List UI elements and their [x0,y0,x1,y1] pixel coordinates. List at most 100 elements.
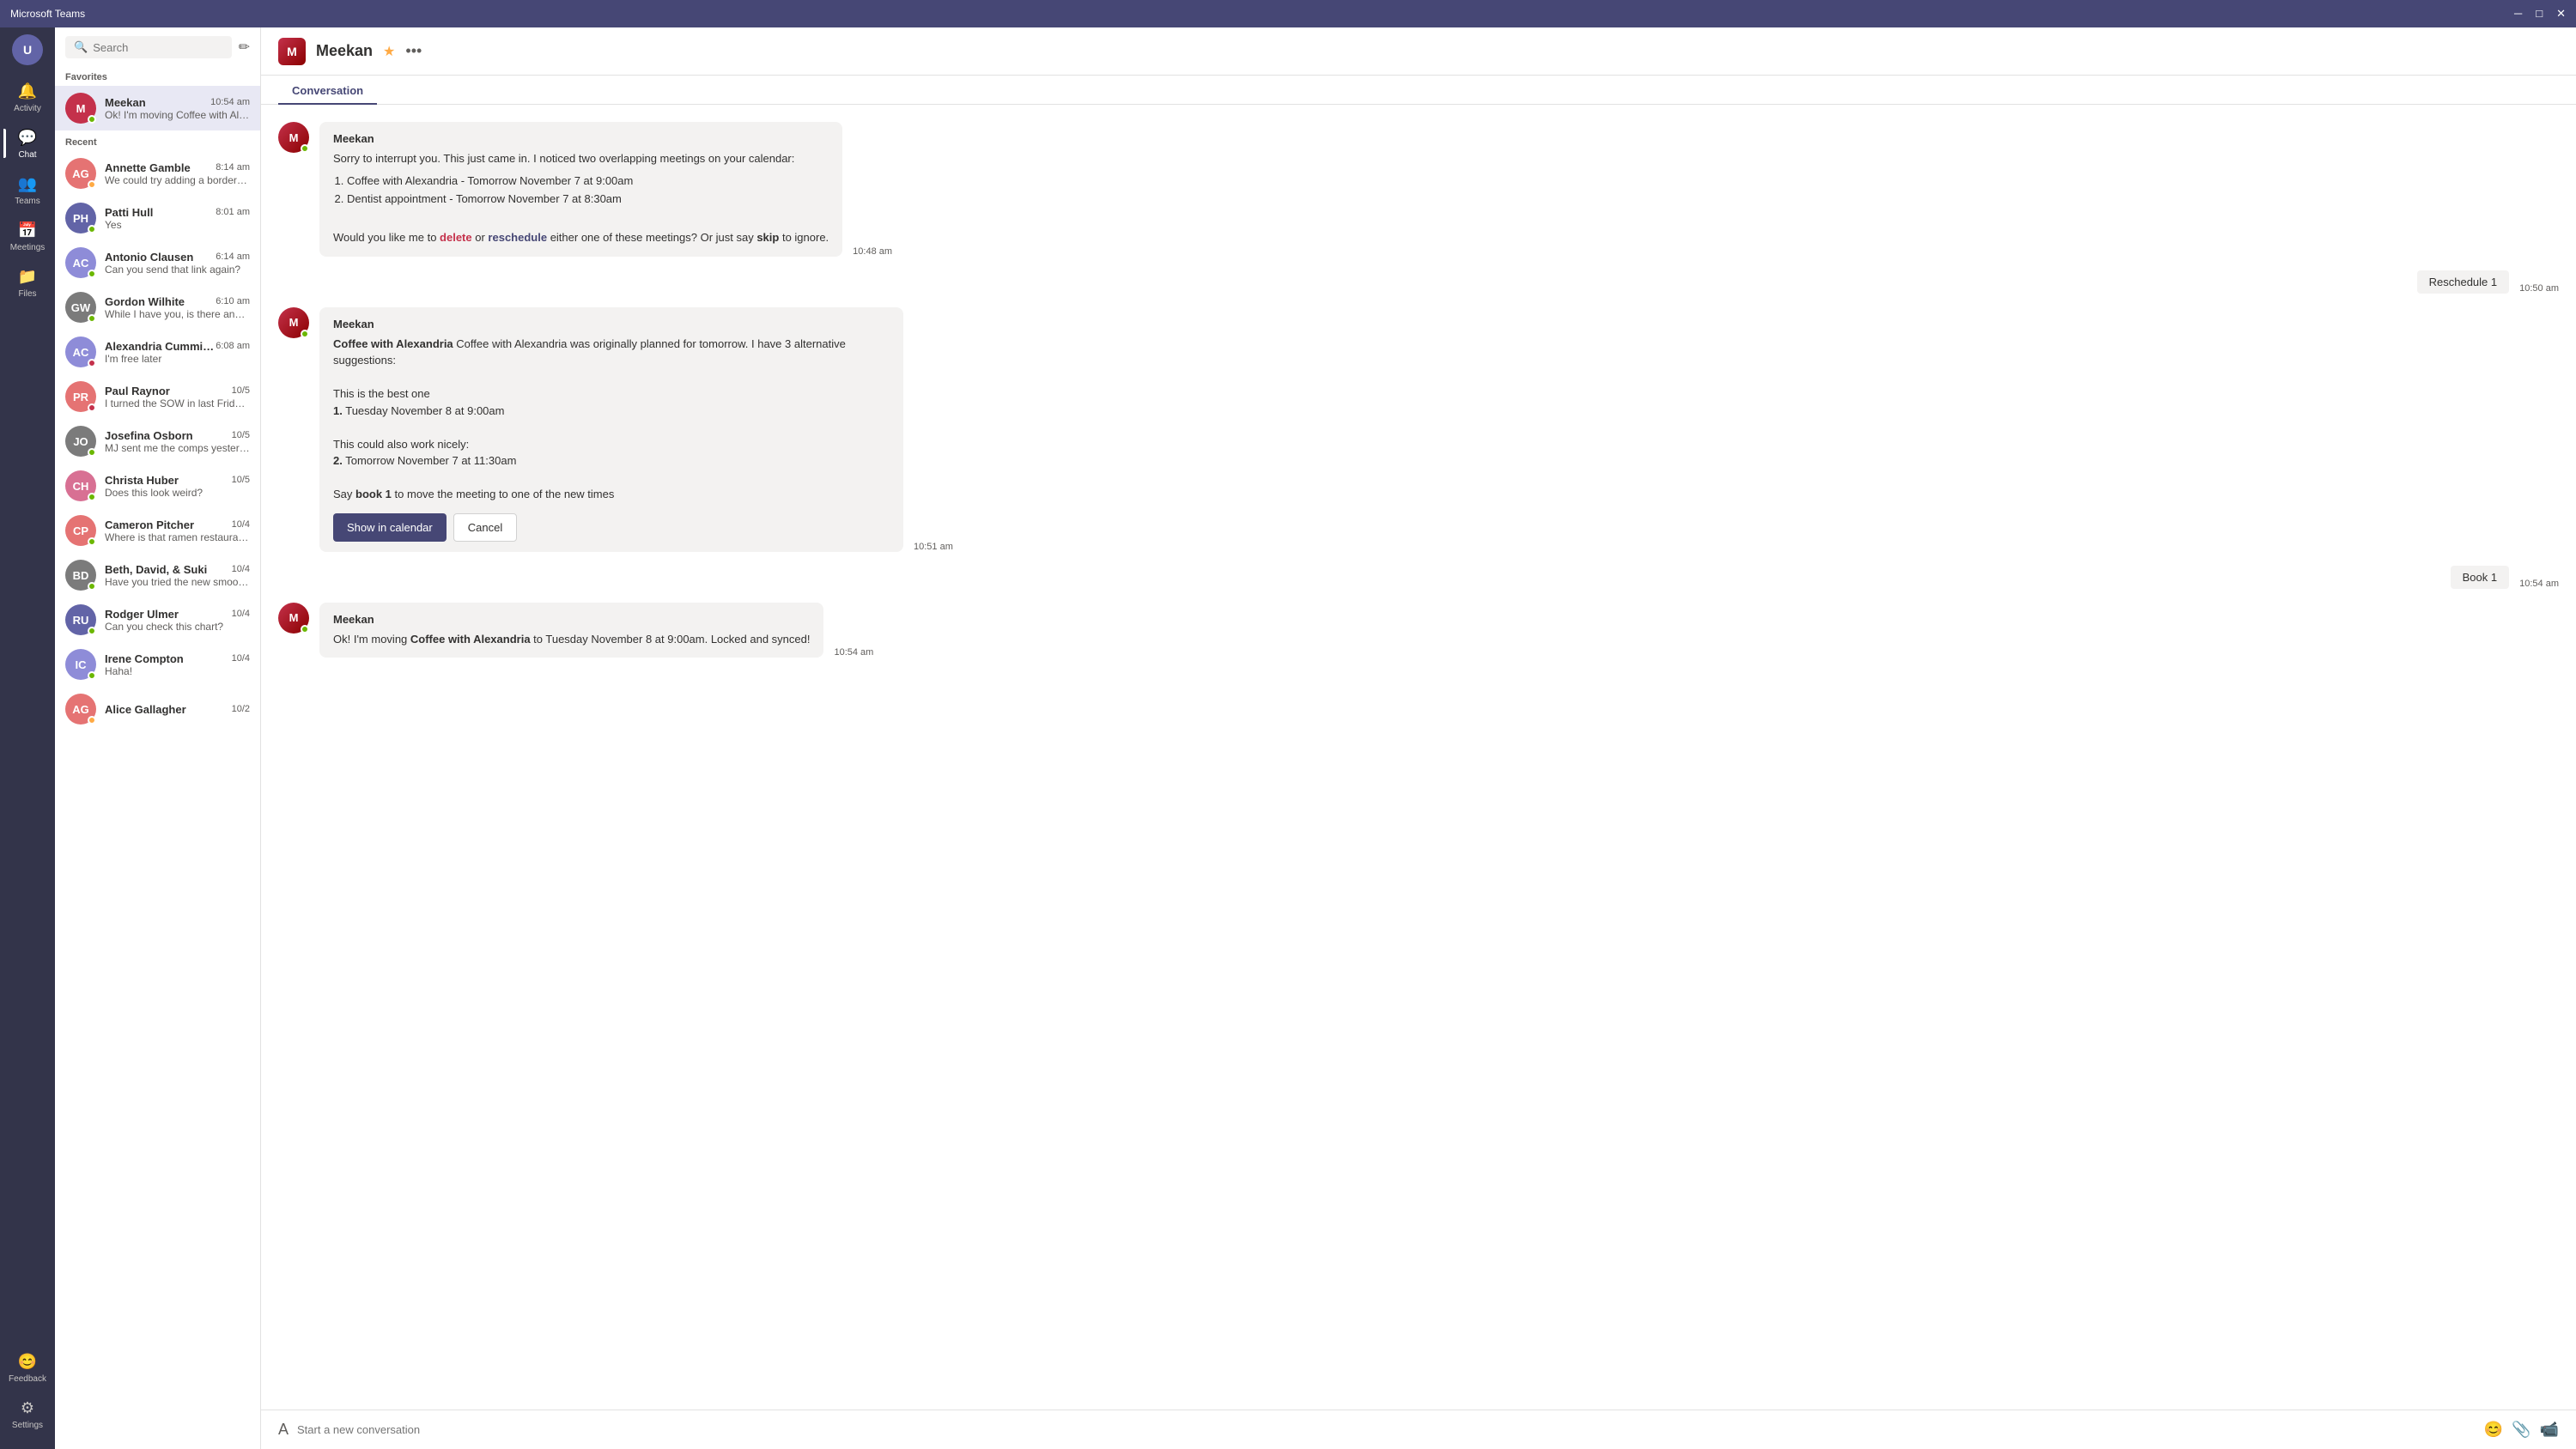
close-button[interactable]: ✕ [2556,7,2566,21]
cancel-button[interactable]: Cancel [453,513,517,542]
teams-icon: 👥 [18,175,37,193]
status-antonio [88,270,96,278]
msg-sender-3: Meekan [333,318,890,330]
msg-text-5: Ok! I'm moving Coffee with Alexandria to… [333,631,810,648]
message-row-1: M Meekan Sorry to interrupt you. This ju… [278,122,2559,257]
chat-item-christa[interactable]: CH Christa Huber10/5 Does this look weir… [55,464,260,508]
main-content: M Meekan ★ ••• Conversation M Meeka [261,27,2576,1449]
tab-conversation[interactable]: Conversation [278,76,377,104]
search-input[interactable] [93,41,222,54]
status-gordon [88,314,96,323]
star-button[interactable]: ★ [383,43,395,60]
chat-item-gordon[interactable]: GW Gordon Wilhite6:10 am While I have yo… [55,285,260,330]
chat-time: 8:14 am [216,162,250,173]
chat-item-alexandria[interactable]: AC Alexandria Cummings6:08 am I'm free l… [55,330,260,374]
sidebar-item-settings[interactable]: ⚙ Settings [3,1392,52,1435]
chat-item-beth[interactable]: BD Beth, David, & Suki10/4 Have you trie… [55,553,260,597]
sidebar-item-feedback[interactable]: 😊 Feedback [3,1346,52,1389]
chat-item-antonio[interactable]: AC Antonio Clausen6:14 am Can you send t… [55,240,260,285]
reschedule-link[interactable]: reschedule [488,231,547,244]
skip-bold: skip [756,231,779,244]
msg-list-item-1: Coffee with Alexandria - Tomorrow Novemb… [347,173,829,190]
sidebar-item-label-activity: Activity [14,104,41,113]
status-annette [88,180,96,189]
titlebar-title: Microsoft Teams [10,8,2514,20]
chat-time: 10/4 [232,564,250,574]
chat-item-meekan[interactable]: M Meekan 10:54 am Ok! I'm moving Coffee … [55,86,260,130]
sidebar-item-chat[interactable]: 💬 Chat [3,122,52,165]
activity-icon: 🔔 [18,82,37,100]
user-avatar[interactable]: U [12,34,43,65]
sidebar-item-teams[interactable]: 👥 Teams [3,168,52,211]
chat-name: Antonio Clausen [105,251,193,264]
option2-text: Tomorrow November 7 at 11:30am [345,454,516,467]
sidebar-item-label-files: Files [18,289,36,299]
sidebar-item-label-settings: Settings [12,1421,43,1430]
status-alexandria [88,359,96,367]
chat-name: Gordon Wilhite [105,295,185,308]
chat-item-alice[interactable]: AG Alice Gallagher10/2 [55,687,260,731]
message-row-5: M Meekan Ok! I'm moving Coffee with Alex… [278,603,2559,658]
chat-icon: 💬 [18,129,37,147]
message-bubble-5: Meekan Ok! I'm moving Coffee with Alexan… [319,603,823,658]
chat-preview: Where is that ramen restaurant yo... [105,531,250,543]
chat-item-cameron[interactable]: CP Cameron Pitcher10/4 Where is that ram… [55,508,260,553]
sidebar-item-label-meetings: Meetings [10,243,46,252]
chat-name: Patti Hull [105,206,153,219]
chat-item-rodger[interactable]: RU Rodger Ulmer10/4 Can you check this c… [55,597,260,642]
message-row-3: M Meekan Coffee with Alexandria Coffee w… [278,307,2559,552]
chat-preview: Can you send that link again? [105,264,250,276]
chat-name: Beth, David, & Suki [105,563,207,576]
chat-preview: Have you tried the new smoothie.. [105,576,250,588]
sidebar-item-files[interactable]: 📁 Files [3,261,52,304]
format-button[interactable]: A [278,1421,289,1439]
chat-preview: I turned the SOW in last Friday t... [105,397,250,409]
msg-time-2: 10:50 am [2519,283,2559,294]
chat-item-patti[interactable]: PH Patti Hull8:01 am Yes [55,196,260,240]
sidebar-item-meetings[interactable]: 📅 Meetings [3,215,52,258]
show-in-calendar-button[interactable]: Show in calendar [333,513,447,542]
coffee-bold: Coffee with Alexandria [333,337,453,350]
chat-name: Paul Raynor [105,385,170,397]
status-alice [88,716,96,724]
chat-preview: MJ sent me the comps yesterday [105,442,250,454]
chat-time-meekan: 10:54 am [210,97,250,107]
status-irene [88,671,96,680]
msg-prefix-5: Ok! I'm moving [333,633,410,646]
chat-item-annette[interactable]: AG Annette Gamble8:14 am We could try ad… [55,151,260,196]
maximize-button[interactable]: □ [2536,7,2543,21]
more-options-button[interactable]: ••• [405,42,422,60]
chat-item-irene[interactable]: IC Irene Compton10/4 Haha! [55,642,260,687]
chat-item-josefina[interactable]: JO Josefina Osborn10/5 MJ sent me the co… [55,419,260,464]
attach-button[interactable]: 📎 [2512,1421,2530,1439]
files-icon: 📁 [18,268,37,286]
compose-button[interactable]: ✏ [239,39,250,56]
conversation-title: Meekan [316,42,373,60]
chat-preview: While I have you, is there anyth... [105,308,250,320]
search-box[interactable]: 🔍 [65,36,232,58]
book1-action-btn: Book 1 [2451,566,2509,589]
chat-preview-meekan: Ok! I'm moving Coffee with Alexan... [105,109,250,121]
chat-time: 10/5 [232,475,250,485]
avatar-christa: CH [65,470,96,501]
msg-time-3: 10:51 am [914,542,953,552]
minimize-button[interactable]: ─ [2514,7,2522,21]
msg-time-5: 10:54 am [834,647,873,658]
status-cameron [88,537,96,546]
chat-name: Cameron Pitcher [105,518,194,531]
sidebar-item-activity[interactable]: 🔔 Activity [3,76,52,118]
delete-link[interactable]: delete [440,231,472,244]
titlebar-controls: ─ □ ✕ [2514,7,2566,21]
status-paul [88,403,96,412]
emoji-button[interactable]: 😊 [2484,1421,2503,1439]
chat-item-paul[interactable]: PR Paul Raynor10/5 I turned the SOW in l… [55,374,260,419]
avatar-meekan: M [65,93,96,124]
chat-time: 6:08 am [216,341,250,351]
meet-button[interactable]: 📹 [2540,1421,2559,1439]
msg-sender-5: Meekan [333,613,810,626]
msg-sender-1: Meekan [333,132,829,145]
compose-input[interactable] [297,1423,2476,1436]
best-label: This is the best one [333,387,430,400]
chat-info-meekan: Meekan 10:54 am Ok! I'm moving Coffee wi… [105,96,250,121]
cta-text: Say book 1 to move the meeting to one of… [333,488,614,500]
